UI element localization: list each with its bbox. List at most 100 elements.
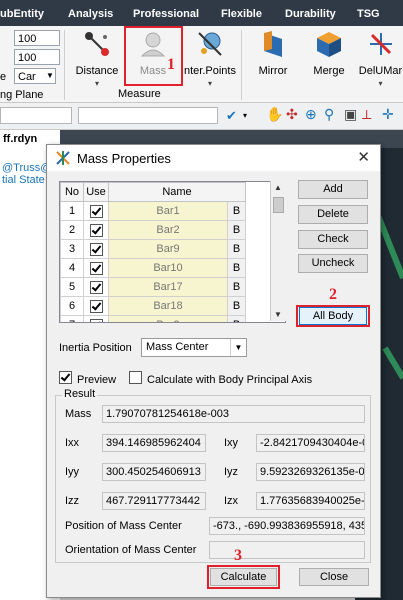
close-icon[interactable]: ✕ <box>357 148 370 166</box>
position-of-mass-center-field[interactable]: -673., -690.993836955918, 435.1 <box>209 517 365 535</box>
axis-z-icon[interactable]: ✛ <box>382 106 394 123</box>
zoom-fit-icon[interactable]: ⊕ <box>305 106 317 123</box>
all-body-button[interactable]: All Body <box>299 307 367 325</box>
check-icon[interactable]: ✔ <box>226 108 237 124</box>
delete-button[interactable]: Delete <box>298 205 368 224</box>
scroll-thumb[interactable] <box>273 197 284 213</box>
toolbar-combo-2[interactable] <box>78 107 218 124</box>
dialog-title: Mass Properties <box>77 151 171 166</box>
principal-axis-check-icon <box>129 371 142 384</box>
zoom-icon[interactable]: ⚲ <box>324 106 334 123</box>
table-row[interactable]: 2 Bar2 B <box>60 220 246 240</box>
use-checkbox[interactable] <box>83 315 109 322</box>
body-browse-button[interactable]: B <box>227 315 246 322</box>
check-icon <box>89 242 103 256</box>
iyy-label: Iyy <box>65 466 80 478</box>
center-points-button[interactable]: nter.Points ▾ <box>184 29 236 91</box>
table-row[interactable]: 4 Bar10 B <box>60 258 246 278</box>
menu-durability[interactable]: Durability <box>285 8 336 20</box>
view-icon[interactable]: ▣ <box>344 106 357 123</box>
add-button[interactable]: Add <box>298 180 368 199</box>
body-name-cell[interactable]: Bar17 <box>108 277 228 297</box>
use-checkbox[interactable] <box>83 201 109 221</box>
chevron-down-icon: ▼ <box>230 339 246 356</box>
menu-analysis[interactable]: Analysis <box>68 8 113 20</box>
menu-professional[interactable]: Professional <box>133 8 199 20</box>
use-checkbox[interactable] <box>83 239 109 259</box>
mirror-button[interactable]: Mirror <box>250 29 296 91</box>
body-name-cell[interactable]: Bar1 <box>108 201 228 221</box>
check-icon <box>89 261 103 275</box>
ixx-value-field[interactable]: 394.146985962404 <box>102 434 206 452</box>
table-row[interactable]: 1 Bar1 B <box>60 201 246 221</box>
preview-checkbox[interactable]: Preview <box>59 371 116 386</box>
izx-label: Izx <box>224 495 239 507</box>
body-browse-button[interactable]: B <box>227 296 246 316</box>
uncheck-button[interactable]: Uncheck <box>298 254 368 273</box>
use-checkbox[interactable] <box>83 296 109 316</box>
inertia-position-label: Inertia Position <box>59 342 132 354</box>
dialog-title-bar: Mass Properties ✕ <box>47 145 380 171</box>
column-header-name: Name <box>108 182 246 202</box>
izx-value-field[interactable]: 1.77635683940025e-0 <box>256 492 365 510</box>
scroll-down-icon[interactable]: ▼ <box>274 310 282 319</box>
body-name-cell[interactable]: Bar3 <box>108 315 228 322</box>
izz-value-field[interactable]: 467.729117773442 <box>102 492 206 510</box>
orientation-of-mass-center-field[interactable] <box>209 541 365 559</box>
body-name-cell[interactable]: Bar2 <box>108 220 228 240</box>
mass-value-field[interactable]: 1.79070781254618e-003 <box>102 405 365 423</box>
rotate-icon[interactable]: ✣ <box>286 106 298 123</box>
pan-hand-icon[interactable]: ✋ <box>266 106 283 123</box>
menu-flexible[interactable]: Flexible <box>221 8 262 20</box>
body-browse-button[interactable]: B <box>227 239 246 259</box>
body-browse-button[interactable]: B <box>227 277 246 297</box>
chevron-down-icon[interactable]: ▼ <box>44 68 56 84</box>
toolbar-combo-1[interactable] <box>0 107 72 124</box>
merge-label: Merge <box>313 65 345 77</box>
check-button[interactable]: Check <box>298 230 368 249</box>
table-row[interactable]: 5 Bar17 B <box>60 277 246 297</box>
result-groupbox: Result Mass 1.79070781254618e-003 Ixx 39… <box>55 388 371 563</box>
delumar-button[interactable]: DelUMar ▾ <box>358 29 403 91</box>
body-browse-button[interactable]: B <box>227 258 246 278</box>
ribbon-field-1[interactable]: 100 <box>14 30 60 46</box>
chevron-down-icon[interactable]: ▾ <box>243 111 247 120</box>
row-number: 6 <box>60 296 84 316</box>
inertia-position-select[interactable]: Mass Center ▼ <box>141 338 247 357</box>
check-icon <box>89 223 103 237</box>
chevron-down-icon: ▾ <box>378 79 383 88</box>
orientation-of-mass-center-label: Orientation of Mass Center <box>65 544 197 556</box>
ribbon-field-2[interactable]: 100 <box>14 49 60 65</box>
body-name-cell[interactable]: Bar10 <box>108 258 228 278</box>
distance-button[interactable]: Distance ▾ <box>72 29 122 91</box>
ixx-label: Ixx <box>65 437 80 449</box>
table-scrollbar[interactable]: ▲ ▼ <box>270 181 286 321</box>
menu-tsg[interactable]: TSG <box>357 8 380 20</box>
ixy-value-field[interactable]: -2.8421709430404e-0 <box>256 434 365 452</box>
principal-axis-label: Calculate with Body Principal Axis <box>147 374 313 386</box>
chevron-down-icon: ▾ <box>94 79 99 88</box>
preview-check-icon <box>59 371 72 384</box>
calculate-button[interactable]: Calculate <box>210 568 277 586</box>
ribbon: 100 100 e Car ▼ ng Plane Distance ▾ Mass… <box>0 26 403 103</box>
scroll-up-icon[interactable]: ▲ <box>274 183 282 192</box>
mass-properties-dialog: Mass Properties ✕ No Use Name 1 Bar1 B 2 Bar… <box>46 144 381 598</box>
close-button[interactable]: Close <box>299 568 369 586</box>
use-checkbox[interactable] <box>83 220 109 240</box>
iyy-value-field[interactable]: 300.450254606913 <box>102 463 206 481</box>
use-checkbox[interactable] <box>83 277 109 297</box>
axis-icon[interactable]: ⟂ <box>362 106 371 123</box>
body-name-cell[interactable]: Bar9 <box>108 239 228 259</box>
merge-button[interactable]: Merge <box>306 29 352 91</box>
position-of-mass-center-label: Position of Mass Center <box>65 520 182 532</box>
table-row[interactable]: 7 Bar3B <box>60 315 246 322</box>
body-name-cell[interactable]: Bar18 <box>108 296 228 316</box>
body-browse-button[interactable]: B <box>227 220 246 240</box>
table-row[interactable]: 6 Bar18 B <box>60 296 246 316</box>
iyz-value-field[interactable]: 9.5923269326135e-0 <box>256 463 365 481</box>
body-browse-button[interactable]: B <box>227 201 246 221</box>
principal-axis-checkbox[interactable]: Calculate with Body Principal Axis <box>129 371 312 386</box>
menu-subentity[interactable]: ubEntity <box>0 8 44 20</box>
table-row[interactable]: 3 Bar9 B <box>60 239 246 259</box>
use-checkbox[interactable] <box>83 258 109 278</box>
